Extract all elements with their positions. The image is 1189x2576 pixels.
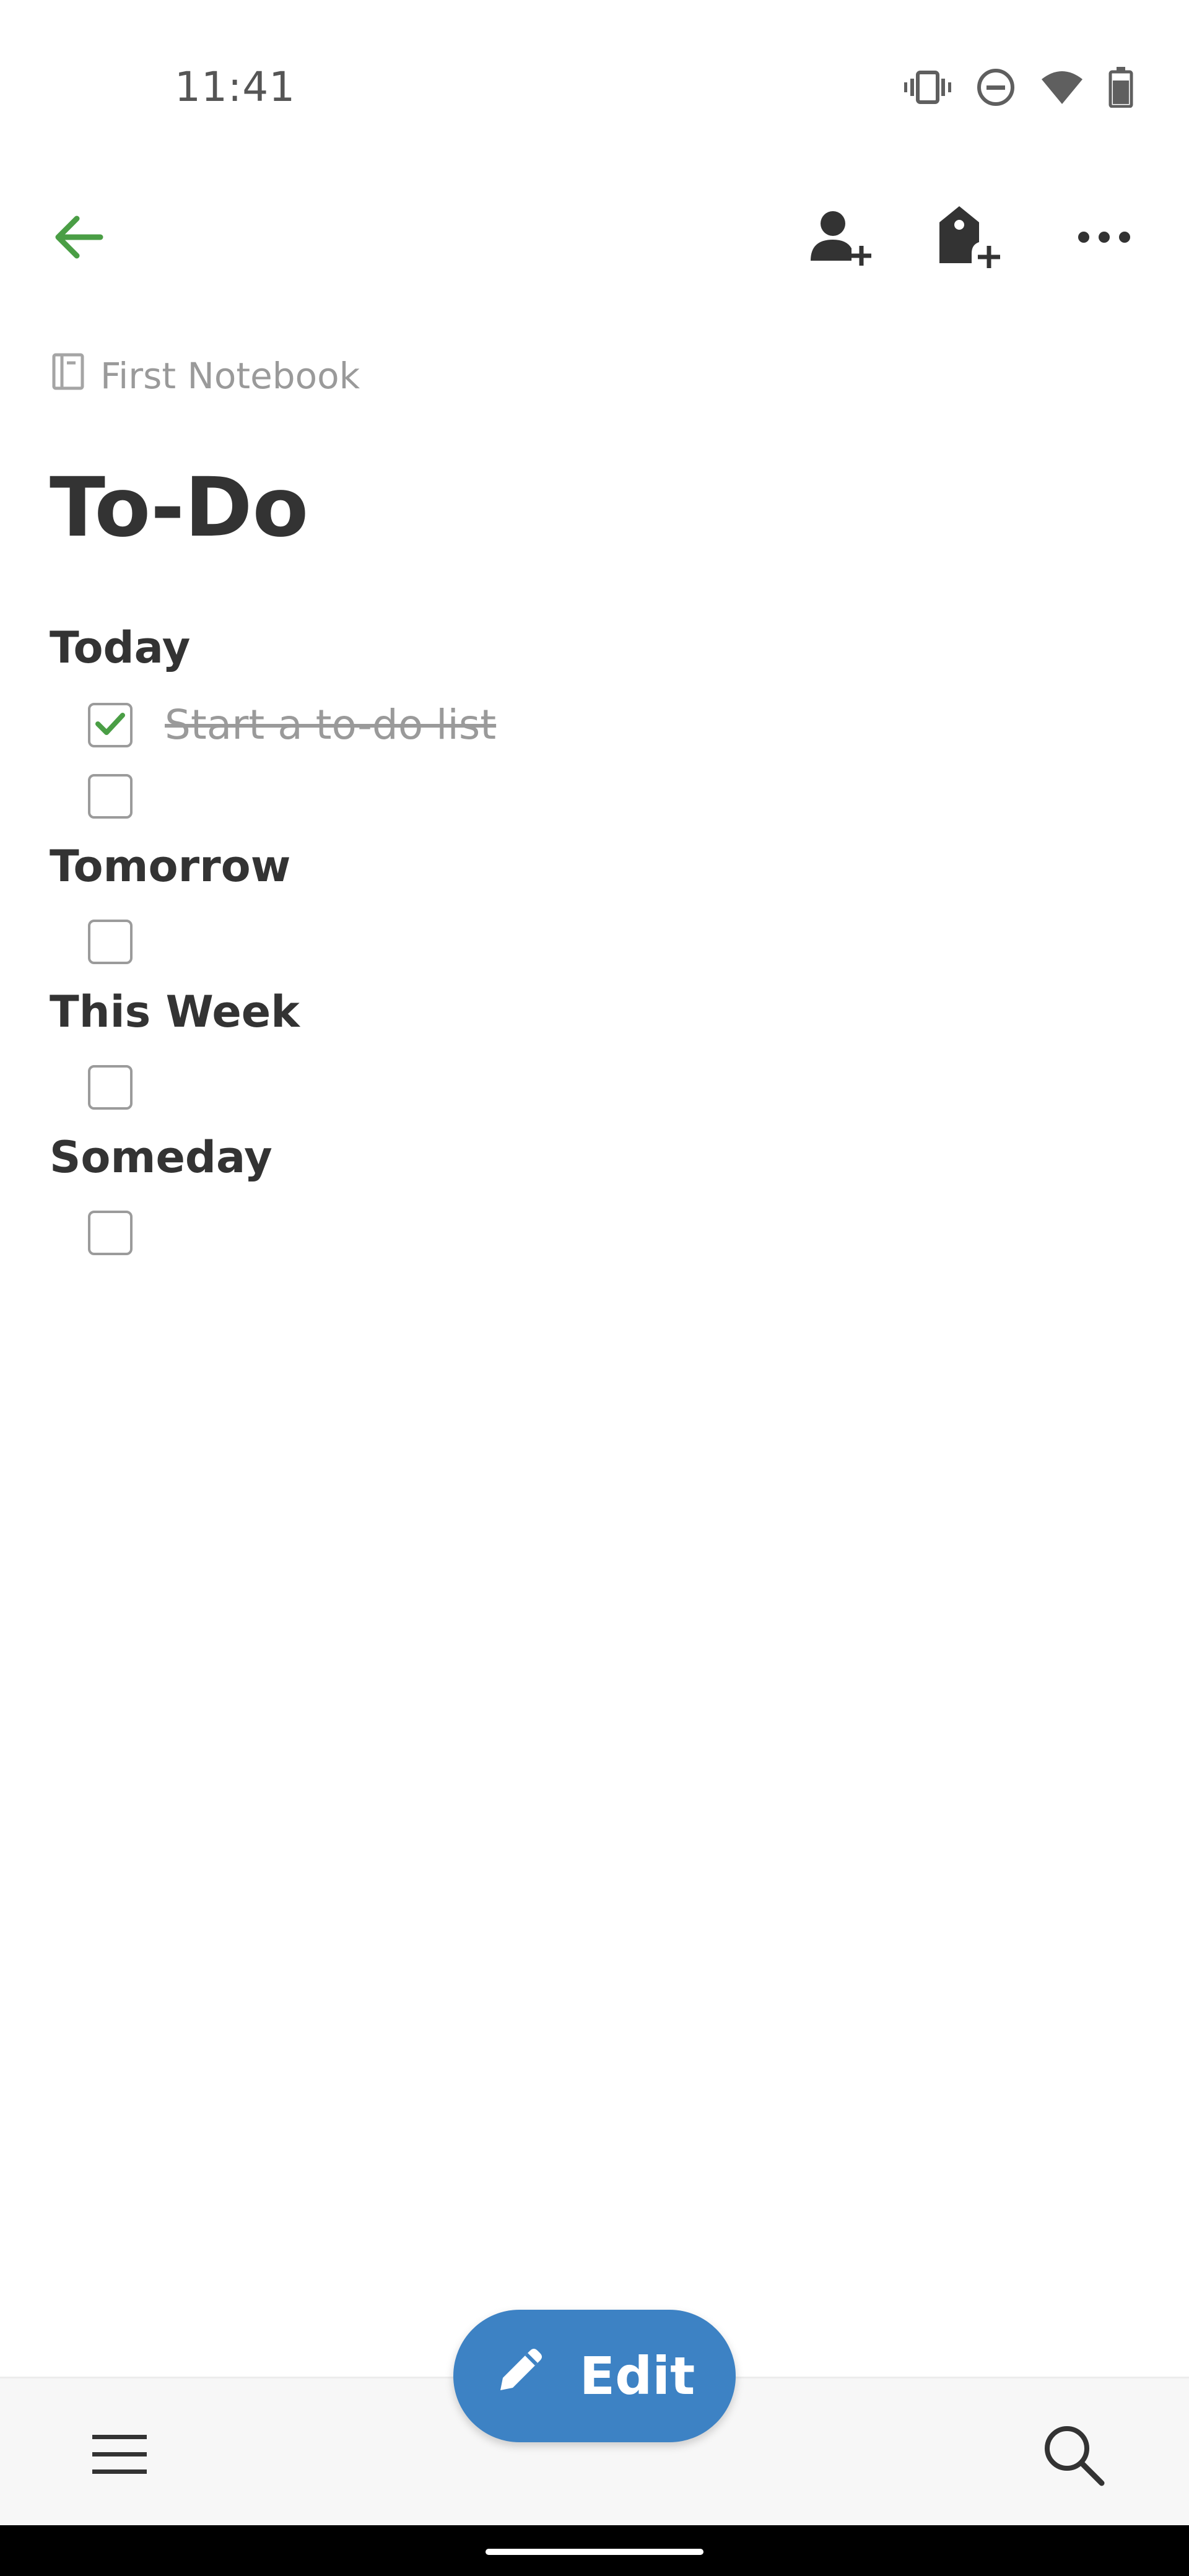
section-heading-someday: Someday <box>50 1132 272 1183</box>
arrow-left-icon <box>51 212 107 264</box>
status-bar: 11:41 <box>0 0 1189 186</box>
todo-item <box>88 920 165 964</box>
note-toolbar <box>0 186 1189 285</box>
system-nav-bar <box>0 2525 1189 2576</box>
todo-item <box>88 1065 165 1110</box>
do-not-disturb-icon <box>976 67 1016 107</box>
wifi-icon <box>1040 69 1084 105</box>
todo-text[interactable]: Start a to-do list <box>165 701 496 749</box>
search-icon <box>1041 2422 1105 2489</box>
battery-icon <box>1108 67 1133 108</box>
status-icons <box>904 67 1133 108</box>
todo-checkbox[interactable] <box>88 1211 133 1255</box>
checkmark-icon <box>95 711 125 739</box>
section-heading-tomorrow: Tomorrow <box>50 841 291 892</box>
notebook-breadcrumb[interactable]: First Notebook <box>52 353 360 399</box>
status-time: 11:41 <box>175 63 296 111</box>
notebook-icon <box>52 353 84 399</box>
pencil-icon <box>494 2343 547 2409</box>
edit-label: Edit <box>579 2346 695 2406</box>
todo-checkbox-checked[interactable] <box>88 702 133 747</box>
add-person-icon <box>808 205 873 272</box>
todo-item <box>88 1211 165 1255</box>
todo-item: Start a to-do list <box>88 701 496 749</box>
todo-checkbox[interactable] <box>88 774 133 819</box>
todo-checkbox[interactable] <box>88 920 133 964</box>
vibrate-icon <box>904 69 951 106</box>
section-heading-today: Today <box>50 622 191 673</box>
add-tag-button[interactable] <box>934 204 1002 272</box>
menu-button[interactable] <box>79 2416 160 2496</box>
todo-checkbox[interactable] <box>88 1065 133 1110</box>
note-title: To-Do <box>50 460 309 555</box>
notebook-name: First Notebook <box>100 355 360 397</box>
edit-button[interactable]: Edit <box>453 2310 736 2442</box>
section-heading-this-week: This Week <box>50 986 300 1037</box>
search-button[interactable] <box>1033 2416 1113 2496</box>
home-gesture-handle[interactable] <box>486 2549 703 2555</box>
hamburger-menu-icon <box>91 2432 148 2479</box>
back-button[interactable] <box>45 204 113 272</box>
add-tag-icon <box>936 204 1000 273</box>
more-options-button[interactable] <box>1070 204 1138 272</box>
more-horizontal-icon <box>1076 230 1132 247</box>
todo-item <box>88 774 165 819</box>
share-button[interactable] <box>806 204 874 272</box>
